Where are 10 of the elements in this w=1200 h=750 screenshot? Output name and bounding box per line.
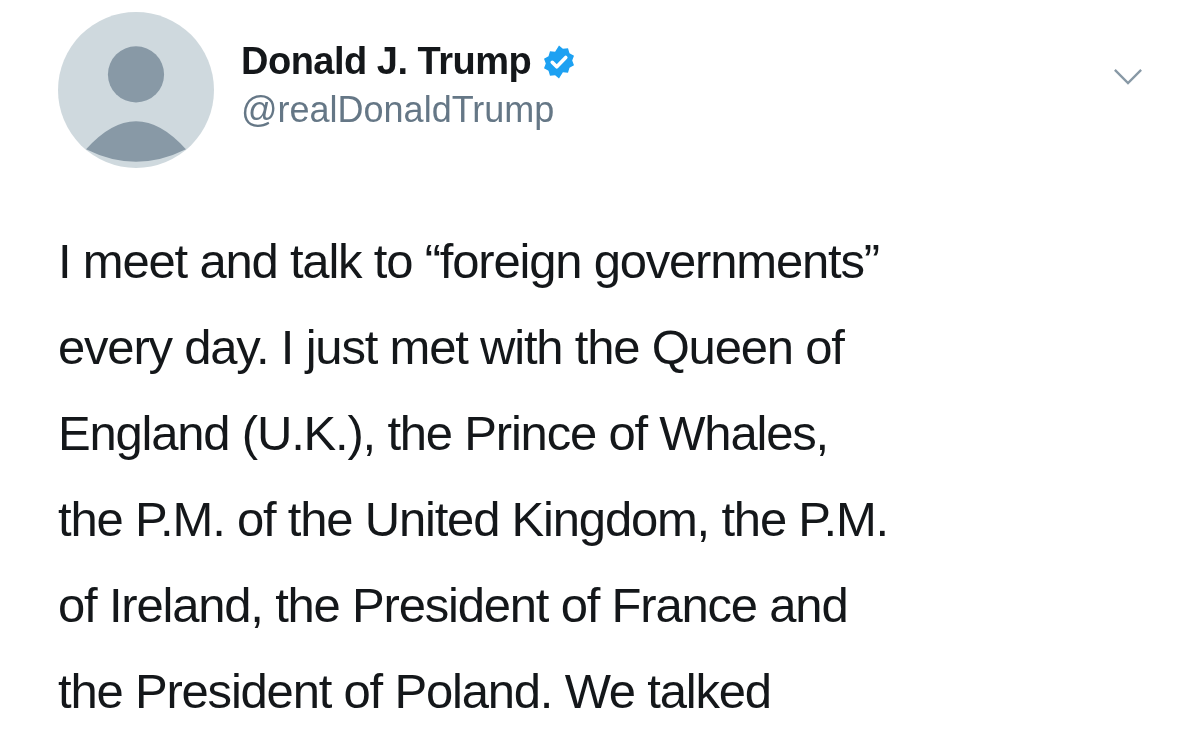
tweet-text-line: the President of Poland. We talked [58,663,772,720]
author-handle[interactable]: @realDonaldTrump [241,89,578,131]
tweet-text-line: of Ireland, the President of France and [58,577,849,634]
tweet-text-line: the P.M. of the United Kingdom, the P.M. [58,491,889,548]
tweet-text-line: England (U.K.), the Prince of Whales, [58,405,829,462]
chevron-down-icon[interactable] [1113,67,1143,86]
tweet-text-line: I meet and talk to “foreign governments” [58,233,880,290]
avatar-icon[interactable] [58,12,214,168]
author-name[interactable]: Donald J. Trump [241,40,532,83]
tweet-text-line: every day. I just met with the Queen of [58,319,846,376]
